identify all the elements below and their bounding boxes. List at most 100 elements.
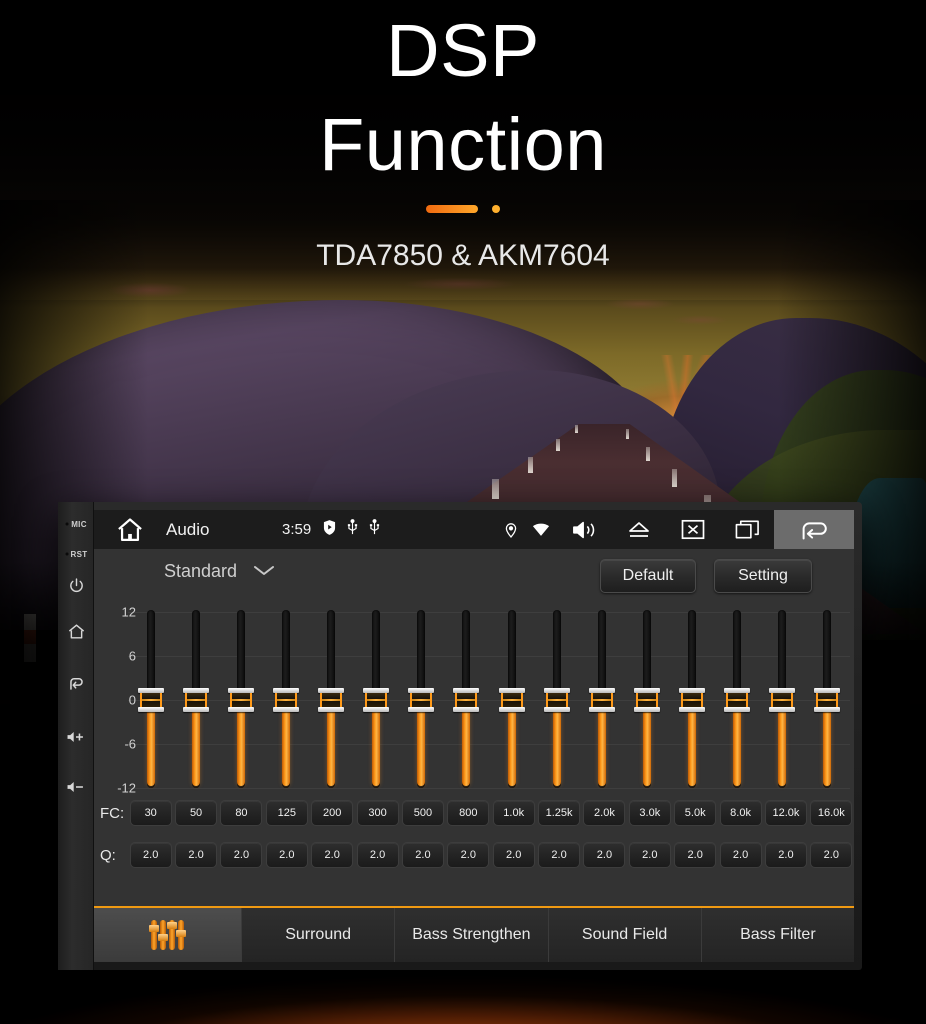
eject-icon[interactable] xyxy=(612,510,666,549)
fc-chip[interactable]: 1.0k xyxy=(492,800,535,826)
q-chip[interactable]: 2.0 xyxy=(492,842,535,868)
preset-selector[interactable]: Standard xyxy=(164,561,275,582)
eq-slider-thumb[interactable] xyxy=(769,688,796,712)
power-button[interactable] xyxy=(58,572,94,598)
q-chip[interactable]: 2.0 xyxy=(356,842,399,868)
tab-surround[interactable]: Surround xyxy=(242,908,396,962)
location-pin-icon[interactable] xyxy=(498,510,524,549)
eq-slider-thumb[interactable] xyxy=(588,688,615,712)
fc-chip[interactable]: 3.0k xyxy=(628,800,671,826)
eq-slider[interactable] xyxy=(128,606,173,794)
fc-chip[interactable]: 1.25k xyxy=(538,800,581,826)
eq-slider-fill xyxy=(823,700,832,786)
fc-chip[interactable]: 5.0k xyxy=(674,800,717,826)
volume-up-button[interactable] xyxy=(58,724,94,750)
tab-bass-strengthen[interactable]: Bass Strengthen xyxy=(395,908,549,962)
eq-slider[interactable] xyxy=(805,606,850,794)
tab-equalizer[interactable] xyxy=(94,908,242,962)
tab-label: Sound Field xyxy=(581,926,668,943)
eq-slider[interactable] xyxy=(309,606,354,794)
thumb-cap-bottom xyxy=(498,707,525,712)
fc-chip[interactable]: 16.0k xyxy=(810,800,853,826)
eq-slider[interactable] xyxy=(173,606,218,794)
fc-chip[interactable]: 12.0k xyxy=(764,800,807,826)
eq-slider-thumb[interactable] xyxy=(498,688,525,712)
back-button[interactable] xyxy=(58,670,94,696)
thumb-cap-bottom xyxy=(679,707,706,712)
status-home-icon[interactable] xyxy=(94,516,166,544)
close-x-icon[interactable] xyxy=(666,510,720,549)
q-chip[interactable]: 2.0 xyxy=(447,842,490,868)
fc-chip[interactable]: 2.0k xyxy=(583,800,626,826)
q-chip[interactable]: 2.0 xyxy=(810,842,853,868)
tab-bass-filter[interactable]: Bass Filter xyxy=(701,908,854,962)
q-chip[interactable]: 2.0 xyxy=(538,842,581,868)
tab-sound-field[interactable]: Sound Field xyxy=(548,908,702,962)
status-back-button[interactable] xyxy=(774,510,854,549)
q-chip[interactable]: 2.0 xyxy=(628,842,671,868)
setting-button[interactable]: Setting xyxy=(714,559,812,593)
q-chip[interactable]: 2.0 xyxy=(401,842,444,868)
eq-slider-thumb[interactable] xyxy=(272,688,299,712)
volume-down-button[interactable] xyxy=(58,774,94,800)
eq-slider-fill xyxy=(327,700,336,786)
value-cell: 2.0 xyxy=(582,842,627,868)
fc-chip[interactable]: 8.0k xyxy=(719,800,762,826)
tab-label: Bass Strengthen xyxy=(412,926,531,943)
hero-subtitle: TDA7850 & AKM7604 xyxy=(316,239,610,272)
eq-slider-thumb[interactable] xyxy=(543,688,570,712)
eq-slider-group[interactable] xyxy=(128,606,850,794)
q-chip[interactable]: 2.0 xyxy=(583,842,626,868)
eq-slider-thumb[interactable] xyxy=(408,688,435,712)
q-chip[interactable]: 2.0 xyxy=(220,842,263,868)
eq-slider-thumb[interactable] xyxy=(633,688,660,712)
fc-chip[interactable]: 30 xyxy=(129,800,172,826)
q-chip[interactable]: 2.0 xyxy=(764,842,807,868)
q-chip[interactable]: 2.0 xyxy=(129,842,172,868)
eq-slider[interactable] xyxy=(760,606,805,794)
fc-chip[interactable]: 300 xyxy=(356,800,399,826)
eq-slider-fill xyxy=(507,700,516,786)
eq-slider[interactable] xyxy=(624,606,669,794)
eq-slider[interactable] xyxy=(218,606,263,794)
eq-slider-thumb[interactable] xyxy=(363,688,390,712)
volume-icon[interactable] xyxy=(558,510,612,549)
fc-chip[interactable]: 125 xyxy=(265,800,308,826)
eq-slider-thumb[interactable] xyxy=(679,688,706,712)
q-chip[interactable]: 2.0 xyxy=(175,842,218,868)
q-chip[interactable]: 2.0 xyxy=(719,842,762,868)
eq-slider[interactable] xyxy=(715,606,760,794)
eq-slider-thumb[interactable] xyxy=(724,688,751,712)
eq-slider-thumb[interactable] xyxy=(318,688,345,712)
eq-slider-thumb[interactable] xyxy=(814,688,841,712)
reset-button[interactable]: RST xyxy=(58,546,94,562)
fc-chip[interactable]: 50 xyxy=(175,800,218,826)
thumb-cap-bottom xyxy=(633,707,660,712)
value-cell: 16.0k xyxy=(809,800,854,826)
fc-chip[interactable]: 800 xyxy=(447,800,490,826)
status-clock: 3:59 xyxy=(282,521,312,538)
eq-slider-thumb[interactable] xyxy=(453,688,480,712)
wifi-icon[interactable] xyxy=(524,510,558,549)
eq-slider[interactable] xyxy=(534,606,579,794)
q-chip[interactable]: 2.0 xyxy=(674,842,717,868)
value-cell: 800 xyxy=(446,800,491,826)
eq-slider[interactable] xyxy=(444,606,489,794)
eq-slider[interactable] xyxy=(670,606,715,794)
default-button[interactable]: Default xyxy=(600,559,696,593)
eq-slider[interactable] xyxy=(263,606,308,794)
eq-slider[interactable] xyxy=(579,606,624,794)
fc-chip[interactable]: 200 xyxy=(311,800,354,826)
eq-slider-thumb[interactable] xyxy=(137,688,164,712)
eq-slider[interactable] xyxy=(354,606,399,794)
eq-slider[interactable] xyxy=(399,606,444,794)
fc-chip[interactable]: 80 xyxy=(220,800,263,826)
fc-chip[interactable]: 500 xyxy=(401,800,444,826)
multi-window-icon[interactable] xyxy=(720,510,774,549)
home-button[interactable] xyxy=(58,618,94,644)
eq-slider[interactable] xyxy=(489,606,534,794)
q-chip[interactable]: 2.0 xyxy=(265,842,308,868)
eq-slider-thumb[interactable] xyxy=(227,688,254,712)
eq-slider-thumb[interactable] xyxy=(182,688,209,712)
q-chip[interactable]: 2.0 xyxy=(311,842,354,868)
